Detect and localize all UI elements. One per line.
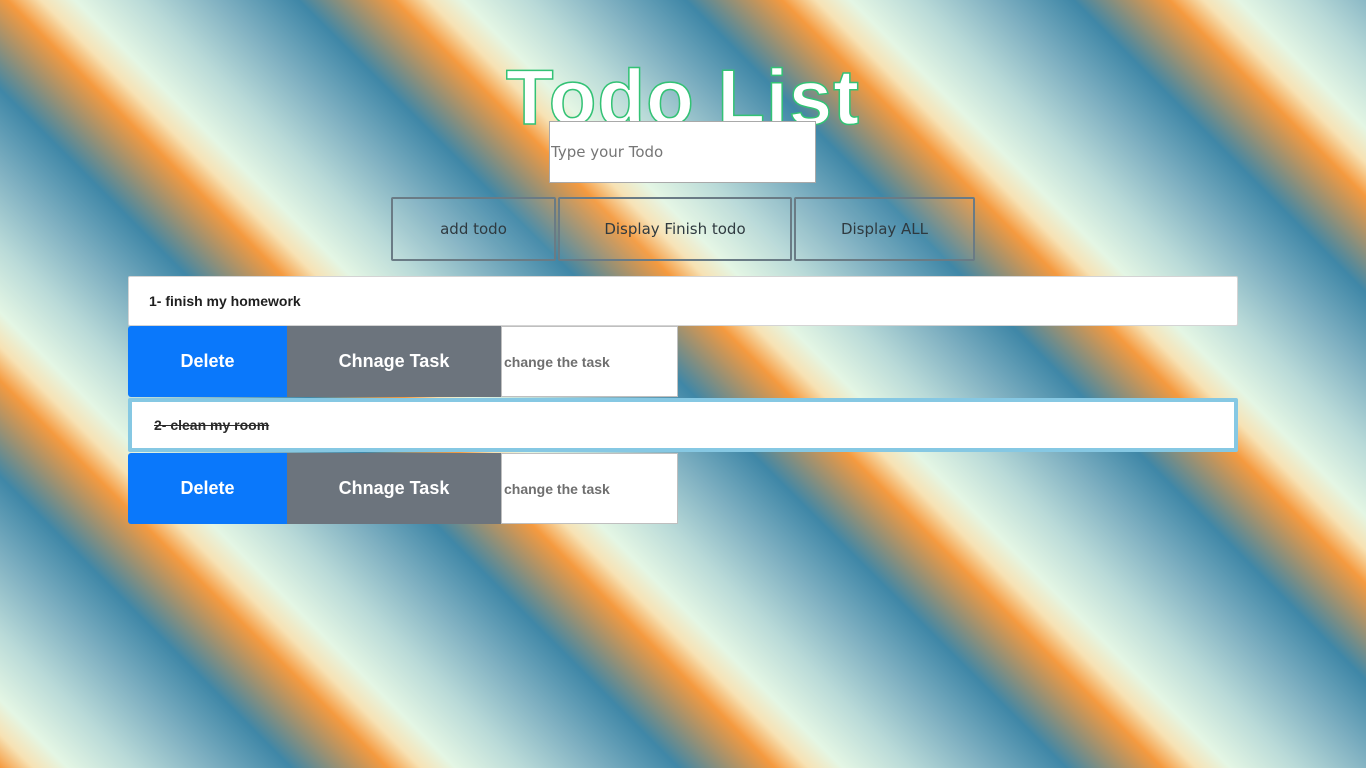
todo-actions: Delete Chnage Task (128, 453, 688, 524)
delete-button[interactable]: Delete (128, 453, 287, 524)
display-all-button[interactable]: Display ALL (794, 197, 975, 261)
display-finish-todo-button[interactable]: Display Finish todo (558, 197, 792, 261)
delete-button[interactable]: Delete (128, 326, 287, 397)
todo-item-done[interactable]: 2- clean my room (128, 398, 1238, 452)
todo-input[interactable] (549, 121, 816, 183)
todo-text: 1- finish my homework (149, 293, 301, 309)
add-todo-button[interactable]: add todo (391, 197, 556, 261)
change-task-button[interactable]: Chnage Task (287, 453, 501, 524)
change-task-input[interactable] (501, 326, 678, 397)
todo-actions: Delete Chnage Task (128, 326, 688, 397)
todo-text: 2- clean my room (154, 417, 270, 433)
change-task-input[interactable] (501, 453, 678, 524)
todo-item[interactable]: 1- finish my homework (128, 276, 1238, 326)
change-task-button[interactable]: Chnage Task (287, 326, 501, 397)
